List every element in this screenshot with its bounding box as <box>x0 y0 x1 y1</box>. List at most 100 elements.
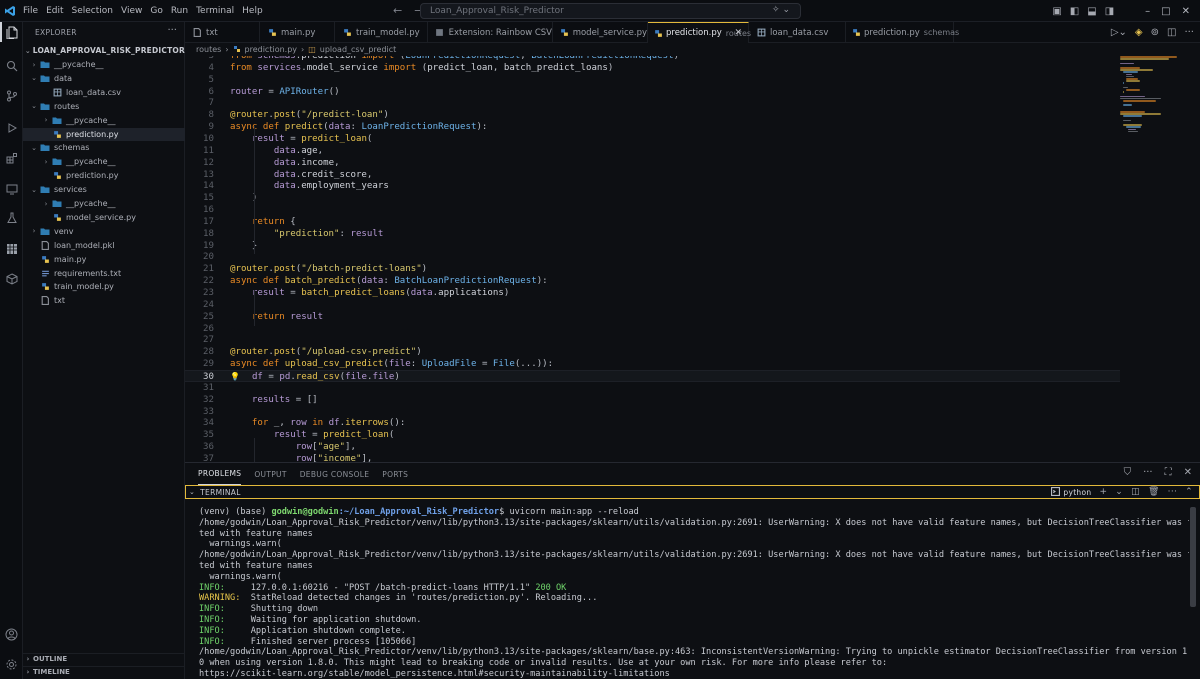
code-line: 19 } <box>185 240 1120 252</box>
remote-explorer-icon[interactable] <box>0 179 23 199</box>
new-terminal-icon[interactable]: + <box>1099 487 1107 497</box>
minimize-icon[interactable]: – <box>1145 6 1150 17</box>
python-extension-icon[interactable]: ◈ <box>1135 27 1143 38</box>
menu-item-edit[interactable]: Edit <box>42 6 67 16</box>
filter-icon[interactable]: ⛉ <box>1124 467 1132 478</box>
testing-icon[interactable] <box>0 208 23 228</box>
code-editor[interactable]: 3 from schemas.prediction import (LoanPre… <box>185 56 1120 462</box>
tree-file[interactable]: prediction.py <box>23 127 185 141</box>
explorer-root-folder[interactable]: ⌄ LOAN_APPROVAL_RISK_PREDICTOR <box>23 44 185 57</box>
close-panel-icon[interactable]: ✕ <box>1184 467 1192 478</box>
more-actions-icon[interactable]: ··· <box>167 25 177 36</box>
tree-folder[interactable]: › __pycache__ <box>23 58 185 71</box>
tree-file[interactable]: loan_data.csv <box>23 86 185 99</box>
menu-item-run[interactable]: Run <box>167 6 192 16</box>
command-center[interactable]: Loan_Approval_Risk_Predictor ✧ ⌄ <box>420 3 801 19</box>
more-actions-icon[interactable]: ··· <box>1168 487 1177 497</box>
line-number: 28 <box>203 347 214 358</box>
copilot-icon[interactable]: ✧ ⌄ <box>772 5 790 15</box>
split-editor-icon[interactable]: ◫ <box>1167 27 1176 38</box>
back-arrow-icon[interactable]: ← <box>393 4 402 17</box>
explorer-icon[interactable] <box>0 22 23 42</box>
panel-tab-debug-console[interactable]: DEBUG CONSOLE <box>300 463 370 485</box>
tree-file[interactable]: main.py <box>23 253 185 266</box>
tree-folder[interactable]: › venv <box>23 225 185 238</box>
line-number: 21 <box>203 264 214 275</box>
cube-extension-icon[interactable] <box>0 269 23 289</box>
close-tab-icon[interactable]: ✕ <box>734 28 742 38</box>
terminal-profile[interactable]: python <box>1051 486 1091 498</box>
tab-train-model-py[interactable]: train_model.py <box>335 22 428 43</box>
search-icon[interactable] <box>0 56 23 76</box>
panel-tab-ports[interactable]: PORTS <box>382 463 408 485</box>
tree-folder[interactable]: › __pycache__ <box>23 114 185 127</box>
tree-file[interactable]: requirements.txt <box>23 267 185 280</box>
menu-item-selection[interactable]: Selection <box>68 6 117 16</box>
tab-main-py[interactable]: main.py <box>260 22 335 43</box>
layout-panel-icon[interactable]: ▣ <box>1052 6 1061 17</box>
chevron-down-icon[interactable]: ⌄ <box>1115 487 1123 497</box>
menu-item-file[interactable]: File <box>19 6 42 16</box>
source-control-icon[interactable] <box>0 86 23 106</box>
code-line: 10 result = predict_loan( <box>185 133 1120 145</box>
tree-file[interactable]: txt <box>23 294 185 307</box>
account-icon[interactable] <box>0 624 23 644</box>
split-terminal-icon[interactable]: ◫ <box>1131 487 1140 497</box>
tab-prediction-py[interactable]: prediction.py routes ✕ <box>648 22 751 43</box>
kill-terminal-icon[interactable]: 🗑 <box>1148 487 1160 497</box>
settings-sync-icon[interactable]: ⊚ <box>1151 27 1159 38</box>
tree-file[interactable]: loan_model.pkl <box>23 239 185 252</box>
tree-file[interactable]: prediction.py <box>23 169 185 182</box>
more-actions-icon[interactable]: ··· <box>1184 27 1194 38</box>
tree-folder[interactable]: ⌄ schemas <box>23 141 185 154</box>
menu-item-go[interactable]: Go <box>146 6 166 16</box>
tree-file[interactable]: train_model.py <box>23 280 185 293</box>
maximize-icon[interactable]: □ <box>1161 6 1170 17</box>
code-text: return { <box>251 216 296 227</box>
tree-folder[interactable]: › __pycache__ <box>23 155 185 168</box>
tree-folder[interactable]: ⌄ routes <box>23 100 185 113</box>
extensions-icon[interactable] <box>0 148 23 168</box>
menu-item-view[interactable]: View <box>117 6 146 16</box>
tree-folder[interactable]: ⌄ services <box>23 183 185 196</box>
python-file-icon <box>559 28 570 37</box>
tab-loan-data-csv[interactable]: loan_data.csv <box>749 22 846 43</box>
timeline-section[interactable]: › TIMELINE <box>23 666 185 677</box>
terminal-header[interactable]: ⌄ TERMINAL python + ⌄ ◫ 🗑 ··· ⌃ <box>185 485 1200 499</box>
more-actions-icon[interactable]: ··· <box>1143 467 1153 478</box>
run-python-file-icon[interactable]: ▷⌄ <box>1111 27 1127 38</box>
terminal-scrollbar[interactable] <box>1190 507 1196 607</box>
breadcrumb-folder[interactable]: routes <box>196 45 221 54</box>
panel-tab-output[interactable]: OUTPUT <box>254 463 286 485</box>
collapse-icon[interactable]: ⌃ <box>1185 487 1193 497</box>
menu-item-help[interactable]: Help <box>238 6 267 16</box>
manage-gear-icon[interactable] <box>0 654 23 674</box>
outline-section[interactable]: › OUTLINE <box>23 653 185 664</box>
tree-folder[interactable]: ⌄ data <box>23 72 185 85</box>
tab-model-service-py[interactable]: model_service.py <box>553 22 648 43</box>
tree-folder[interactable]: › __pycache__ <box>23 197 185 210</box>
breadcrumb-file[interactable]: prediction.py <box>245 45 298 54</box>
log-level: WARNING: <box>199 593 241 604</box>
toggle-sidebar-icon[interactable]: ◧ <box>1070 6 1079 17</box>
editor-scrollbar[interactable] <box>1190 56 1200 462</box>
tab-extension-rainbow-csv[interactable]: Extension: Rainbow CSV <box>428 22 553 43</box>
tab-prediction-py[interactable]: prediction.py schemas <box>846 22 959 43</box>
tab-txt[interactable]: txt <box>185 22 260 43</box>
minimap[interactable] <box>1120 56 1190 136</box>
maximize-panel-icon[interactable]: ⛶ <box>1165 467 1172 478</box>
run-debug-icon[interactable] <box>0 118 23 138</box>
panel-tab-problems[interactable]: PROBLEMS <box>198 463 242 485</box>
toggle-panel-icon[interactable]: ⬓ <box>1087 6 1096 17</box>
terminal-line: WARNING: StatReload detected changes in … <box>199 593 1189 604</box>
tree-file[interactable]: model_service.py <box>23 211 185 224</box>
terminal-output[interactable]: (venv) (base) godwin@godwin:~/Loan_Appro… <box>199 507 1189 679</box>
terminal-line: warnings.warn( <box>199 539 1189 550</box>
terminal-prompt-line: (venv) (base) godwin@godwin:~/Loan_Appro… <box>199 507 1189 518</box>
line-number: 18 <box>203 228 214 239</box>
breadcrumb-symbol[interactable]: upload_csv_predict <box>320 45 397 54</box>
close-window-icon[interactable]: ✕ <box>1182 6 1190 17</box>
rainbow-csv-icon[interactable] <box>0 239 23 259</box>
toggle-secondary-sidebar-icon[interactable]: ◨ <box>1105 6 1114 17</box>
menu-item-terminal[interactable]: Terminal <box>192 6 238 16</box>
